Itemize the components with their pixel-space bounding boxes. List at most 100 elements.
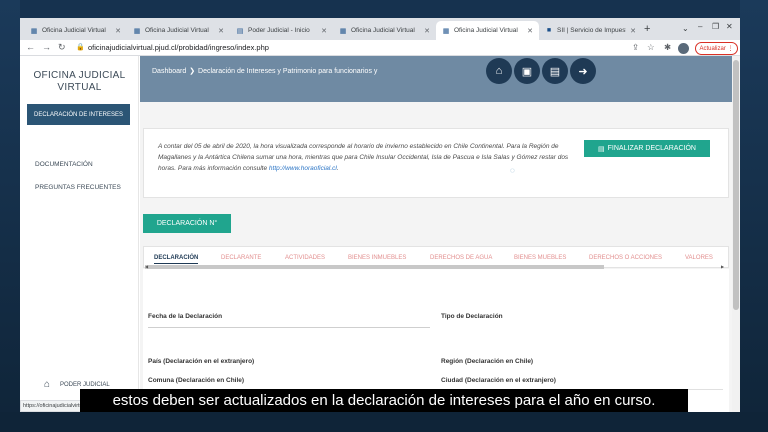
- sidebar-item-documentacion[interactable]: DOCUMENTACIÓN: [35, 161, 93, 168]
- browser-tab-3[interactable]: ▤ Poder Judicial - Inicio ✕: [230, 21, 333, 40]
- close-icon[interactable]: ✕: [527, 27, 533, 35]
- forward-icon[interactable]: →: [42, 42, 51, 52]
- notice-body: A contar del 05 de abril de 2020, la hor…: [158, 143, 569, 172]
- window-close-icon[interactable]: ✕: [726, 22, 733, 31]
- tab-declaracion[interactable]: DECLARACIÓN: [154, 255, 199, 264]
- star-icon[interactable]: ☆: [647, 42, 655, 53]
- sii-icon: ■: [546, 27, 552, 34]
- logout-icon: ➜: [578, 65, 588, 78]
- browser-tab-label: Poder Judicial - Inicio: [248, 27, 310, 34]
- court-icon: ▦: [30, 27, 38, 35]
- tab-derechos-de-agua[interactable]: DERECHOS DE AGUA: [430, 255, 492, 261]
- lock-icon: 🔒: [76, 44, 85, 51]
- breadcrumb-home[interactable]: Dashboard: [152, 68, 186, 75]
- pais-label: País (Declaración en el extranjero): [148, 358, 255, 365]
- share-icon[interactable]: ⇪: [632, 42, 639, 53]
- new-tab-icon[interactable]: +: [644, 23, 650, 35]
- sidebar: OFICINA JUDICIAL VIRTUAL DECLARACIÓN DE …: [20, 56, 139, 412]
- browser-toolbar: ← → ↻ 🔒 oficinajudicialvirtual.pjud.cl/p…: [20, 40, 740, 56]
- update-button[interactable]: Actualizar ⋮: [695, 42, 738, 55]
- declaration-number-button[interactable]: DECLARACIÓN N°: [143, 214, 231, 233]
- status-bar-url: https://oficinajudicialvirtu: [20, 400, 84, 412]
- browser-tab-1[interactable]: ▦ Oficina Judicial Virtual ✕: [24, 21, 127, 40]
- book-icon: ▤: [549, 65, 561, 78]
- update-button-label: Actualizar: [699, 45, 726, 52]
- save-icon: ▤: [598, 145, 605, 153]
- manual-button[interactable]: ▤: [542, 58, 568, 84]
- close-icon[interactable]: ✕: [630, 27, 636, 35]
- brand-line-2: VIRTUAL: [57, 82, 102, 93]
- home-button[interactable]: ⌂: [486, 58, 512, 84]
- browser-tab-label: Oficina Judicial Virtual: [145, 27, 209, 34]
- tab-valores[interactable]: VALORES: [685, 255, 713, 261]
- footer-brand: PODER JUDICIAL: [60, 382, 110, 388]
- chevron-down-icon[interactable]: ⌄: [682, 24, 689, 33]
- browser-tab-label: Oficina Judicial Virtual: [454, 27, 518, 34]
- tab-bienes-muebles[interactable]: BIENES MUEBLES: [514, 255, 566, 261]
- court-icon: ▦: [133, 27, 141, 35]
- finalize-declaration-button[interactable]: ▤ FINALIZAR DECLARACIÓN: [584, 140, 710, 157]
- close-icon[interactable]: ✕: [115, 27, 121, 35]
- sidebar-item-preguntas-frecuentes[interactable]: PREGUNTAS FRECUENTES: [35, 184, 121, 191]
- browser-tab-label: Oficina Judicial Virtual: [351, 27, 415, 34]
- film-icon: ▣: [521, 65, 533, 78]
- maximize-icon[interactable]: ❐: [712, 22, 719, 31]
- browser-tab-label: Oficina Judicial Virtual: [42, 27, 106, 34]
- browser-tab-6[interactable]: ■ SII | Servicio de Impuestos In ✕: [539, 21, 642, 40]
- video-frame-left: [0, 0, 20, 432]
- video-caption: estos deben ser actualizados en la decla…: [80, 389, 688, 412]
- browser-tab-label: SII | Servicio de Impuestos In: [557, 27, 626, 34]
- brand-line-1: OFICINA JUDICIAL: [33, 70, 126, 81]
- fecha-declaracion-field[interactable]: [148, 327, 430, 328]
- chevron-right-icon: ❯: [189, 68, 196, 75]
- browser-tab-5-active[interactable]: ▦ Oficina Judicial Virtual ✕: [436, 21, 539, 40]
- video-frame-bottom: [0, 412, 768, 432]
- page-scrollbar[interactable]: [732, 56, 740, 412]
- tab-strip: ▦ Oficina Judicial Virtual ✕ ▦ Oficina J…: [20, 18, 740, 40]
- court-icon: ▦: [442, 27, 450, 35]
- declaration-tabs: DECLARACIÓN DECLARANTE ACTIVIDADES BIENE…: [143, 246, 729, 269]
- notice-suffix: .: [336, 165, 339, 172]
- notice-text: A contar del 05 de abril de 2020, la hor…: [158, 141, 578, 174]
- tab-declarante[interactable]: DECLARANTE: [221, 255, 261, 261]
- browser-window: ▦ Oficina Judicial Virtual ✕ ▦ Oficina J…: [20, 18, 740, 412]
- sidebar-item-declaracion-intereses[interactable]: DECLARACIÓN DE INTERESES: [27, 104, 130, 125]
- video-button[interactable]: ▣: [514, 58, 540, 84]
- close-icon[interactable]: ✕: [218, 27, 224, 35]
- page-icon: ▤: [236, 27, 244, 35]
- reload-icon[interactable]: ↻: [58, 42, 66, 53]
- browser-tab-4[interactable]: ▦ Oficina Judicial Virtual ✕: [333, 21, 436, 40]
- video-frame-right: [740, 0, 768, 432]
- tab-derechos-o-acciones[interactable]: DERECHOS O ACCIONES: [589, 255, 662, 261]
- court-icon: ▦: [339, 27, 347, 35]
- tab-actividades[interactable]: ACTIVIDADES: [285, 255, 325, 261]
- back-icon[interactable]: ←: [26, 42, 35, 52]
- logout-button[interactable]: ➜: [570, 58, 596, 84]
- ciudad-label: Ciudad (Declaración en el extranjero): [441, 377, 556, 384]
- web-page: OFICINA JUDICIAL VIRTUAL DECLARACIÓN DE …: [20, 56, 732, 412]
- time-notice-panel: A contar del 05 de abril de 2020, la hor…: [143, 128, 729, 198]
- brand-title: OFICINA JUDICIAL VIRTUAL: [20, 70, 139, 94]
- fecha-declaracion-label: Fecha de la Declaración: [148, 313, 223, 320]
- tab-bienes-inmuebles[interactable]: BIENES INMUEBLES: [348, 255, 406, 261]
- hora-oficial-link[interactable]: http://www.horaoficial.cl: [269, 165, 337, 172]
- breadcrumb: Dashboard ❯ Declaración de Intereses y P…: [152, 67, 377, 75]
- close-icon[interactable]: ✕: [424, 27, 430, 35]
- browser-tab-2[interactable]: ▦ Oficina Judicial Virtual ✕: [127, 21, 230, 40]
- page-scrollbar-thumb[interactable]: [733, 60, 739, 310]
- finalize-label: FINALIZAR DECLARACIÓN: [607, 145, 696, 152]
- header-bar: Dashboard ❯ Declaración de Intereses y P…: [140, 56, 732, 102]
- poder-judicial-logo-icon: ⌂: [44, 379, 51, 390]
- home-icon: ⌂: [495, 65, 503, 77]
- region-label: Región (Declaración en Chile): [441, 358, 534, 365]
- address-bar[interactable]: oficinajudicialvirtual.pjud.cl/probidad/…: [88, 43, 269, 52]
- loading-spinner-icon: ◌: [510, 166, 515, 175]
- breadcrumb-current: Declaración de Intereses y Patrimonio pa…: [198, 68, 378, 75]
- profile-avatar[interactable]: [678, 43, 689, 54]
- main-content: Dashboard ❯ Declaración de Intereses y P…: [140, 56, 732, 412]
- close-icon[interactable]: ✕: [321, 27, 327, 35]
- extensions-icon[interactable]: ✱: [664, 42, 671, 53]
- tipo-declaracion-label: Tipo de Declaración: [441, 313, 503, 320]
- comuna-label: Comuna (Declaración en Chile): [148, 377, 245, 384]
- minimize-icon[interactable]: –: [698, 22, 702, 31]
